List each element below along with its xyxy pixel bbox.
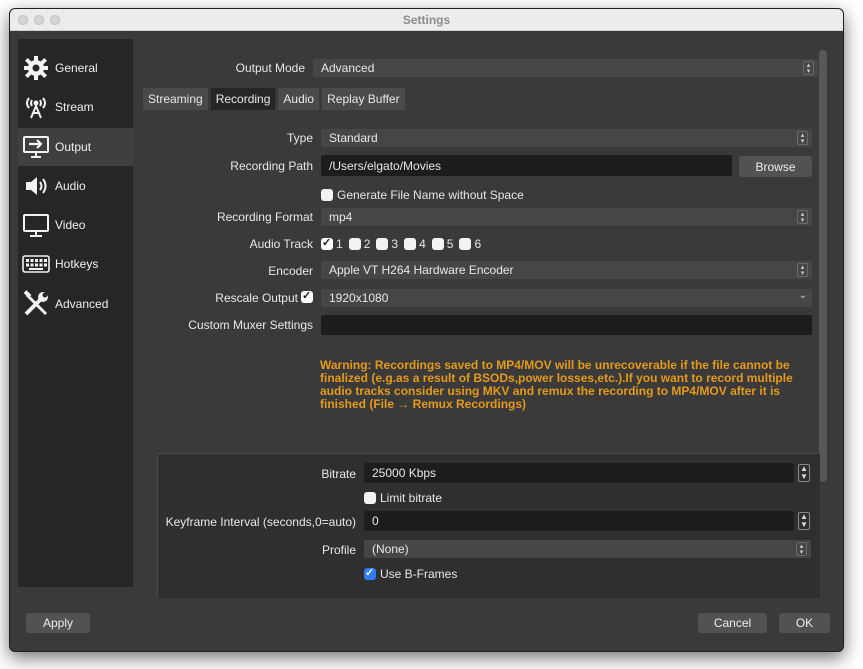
sidebar-item-label: Stream: [55, 100, 94, 114]
use-bframes-label: Use B-Frames: [380, 567, 458, 581]
sidebar-item-label: General: [55, 61, 98, 75]
sidebar-item-general[interactable]: General: [18, 49, 133, 87]
audio-track-1-label: 1: [336, 237, 343, 251]
sidebar-item-hotkeys[interactable]: Hotkeys: [18, 245, 133, 283]
select-arrows-icon: ▴ ▾: [797, 131, 808, 145]
audio-track-3-checkbox[interactable]: [376, 238, 389, 250]
audio-track-5-label: 5: [446, 237, 454, 251]
use-bframes-option[interactable]: ✓ Use B-Frames: [364, 567, 457, 581]
audio-track-4-label: 4: [419, 237, 426, 251]
audio-track-5-checkbox[interactable]: [431, 238, 444, 250]
recording-format-value: mp4: [329, 210, 353, 224]
use-bframes-checkbox[interactable]: ✓: [364, 567, 376, 580]
sidebar-item-video[interactable]: Video: [18, 206, 133, 244]
recording-path-value: /Users/elgato/Movies: [329, 158, 442, 173]
audio-track-2-label: 2: [363, 237, 371, 251]
audio-track-6-checkbox[interactable]: [459, 238, 472, 250]
checkmark-icon: ✓: [322, 237, 332, 249]
bitrate-value: 25000 Kbps: [372, 466, 437, 480]
bitrate-label: Bitrate: [321, 467, 356, 481]
output-mode-label: Output Mode: [235, 61, 305, 75]
chevron-down-icon: ⌄: [798, 290, 807, 301]
audio-track-6-label: 6: [474, 237, 482, 251]
tab-recording[interactable]: Recording: [210, 88, 276, 110]
recording-format-label: Recording Format: [216, 210, 313, 224]
type-value: Standard: [329, 131, 378, 145]
select-arrows-icon: ▴ ▾: [796, 542, 807, 556]
audio-track-3-label: 3: [391, 237, 399, 251]
sidebar-item-advanced[interactable]: Advanced: [18, 285, 133, 323]
rescale-output-label: Rescale Output: [215, 291, 298, 305]
sidebar-item-label: Video: [55, 218, 86, 232]
mp4-warning-text: Warning: Recordings saved to MP4/MOV wil…: [320, 358, 793, 411]
custom-muxer-input[interactable]: [321, 315, 812, 335]
encoder-select[interactable]: Apple VT H264 Hardware Encoder ▴ ▾: [321, 261, 812, 279]
profile-value: (None): [372, 542, 409, 556]
audio-track-options: ✓ 1 2 3 4 5 6: [321, 237, 487, 251]
generate-name-checkbox[interactable]: [321, 189, 333, 201]
limit-bitrate-label: Limit bitrate: [380, 491, 443, 505]
sidebar-item-audio[interactable]: Audio: [18, 167, 133, 205]
bitrate-input[interactable]: 25000 Kbps: [364, 463, 794, 483]
sidebar-item-label: Advanced: [55, 297, 109, 311]
recording-path-label: Recording Path: [230, 159, 313, 173]
output-mode-value: Advanced: [321, 61, 375, 75]
keyframe-interval-stepper[interactable]: ▲ ▼: [798, 512, 810, 530]
encoder-label: Encoder: [268, 264, 313, 278]
monitor-icon: [22, 211, 50, 239]
audio-track-1-checkbox[interactable]: ✓: [321, 237, 333, 250]
output-tabs: Streaming Recording Audio Replay Buffer: [143, 88, 408, 110]
select-arrows-icon: ▴ ▾: [803, 61, 814, 75]
sidebar-item-output[interactable]: Output: [18, 128, 133, 166]
broadcast-antenna-icon: [22, 93, 50, 121]
keyboard-icon: [22, 250, 50, 278]
checkmark-icon: ✓: [302, 290, 312, 302]
tab-replay-buffer[interactable]: Replay Buffer: [322, 88, 405, 110]
keyframe-interval-value: 0: [372, 514, 379, 528]
keyframe-interval-input[interactable]: 0: [364, 511, 794, 531]
speaker-icon: [22, 172, 50, 200]
generate-name-label: Generate File Name without Space: [337, 188, 524, 202]
browse-button[interactable]: Browse: [739, 156, 812, 177]
rescale-output-checkbox[interactable]: ✓: [301, 290, 313, 303]
sidebar-item-stream[interactable]: Stream: [18, 88, 133, 126]
window-title: Settings: [402, 13, 451, 27]
recording-format-select[interactable]: mp4 ▴ ▾: [321, 208, 812, 226]
type-select[interactable]: Standard ▴ ▾: [321, 129, 812, 147]
recording-path-input[interactable]: /Users/elgato/Movies: [321, 155, 732, 176]
tools-icon: [22, 290, 50, 318]
tab-audio[interactable]: Audio: [278, 88, 320, 110]
audio-track-4-checkbox[interactable]: [404, 238, 417, 250]
type-label: Type: [286, 131, 313, 145]
bitrate-stepper[interactable]: ▲ ▼: [798, 464, 810, 482]
limit-bitrate-option[interactable]: Limit bitrate: [364, 491, 442, 505]
settings-sidebar: General Stream Output Audio Video Hotkey…: [18, 39, 133, 587]
sidebar-item-label: Audio: [55, 179, 86, 193]
select-arrows-icon: ▴ ▾: [797, 263, 808, 277]
select-arrows-icon: ▴ ▾: [797, 210, 808, 224]
generate-name-option[interactable]: Generate File Name without Space: [321, 188, 524, 202]
checkmark-icon: ✓: [365, 567, 375, 579]
gear-icon: [22, 54, 50, 82]
sidebar-item-label: Output: [55, 140, 92, 154]
sidebar-item-label: Hotkeys: [55, 257, 99, 271]
custom-muxer-label: Custom Muxer Settings: [188, 318, 313, 332]
scrollbar[interactable]: [819, 50, 827, 482]
title-bar: Settings: [10, 9, 843, 31]
audio-track-label: Audio Track: [249, 237, 313, 251]
cancel-button[interactable]: Cancel: [698, 613, 767, 633]
profile-select[interactable]: (None) ▴ ▾: [364, 540, 811, 558]
output-monitor-icon: [22, 133, 50, 161]
tab-streaming[interactable]: Streaming: [143, 88, 208, 110]
rescale-resolution-select[interactable]: 1920x1080 ⌄: [321, 289, 812, 307]
ok-button[interactable]: OK: [779, 613, 830, 633]
limit-bitrate-checkbox[interactable]: [364, 492, 376, 504]
encoder-value: Apple VT H264 Hardware Encoder: [329, 263, 514, 277]
rescale-resolution-value: 1920x1080: [329, 291, 389, 305]
audio-track-2-checkbox[interactable]: [348, 238, 361, 250]
keyframe-interval-label: Keyframe Interval (seconds,0=auto): [165, 515, 356, 529]
profile-label: Profile: [321, 543, 356, 557]
apply-button[interactable]: Apply: [26, 613, 90, 633]
output-mode-select[interactable]: Advanced ▴ ▾: [313, 59, 818, 77]
